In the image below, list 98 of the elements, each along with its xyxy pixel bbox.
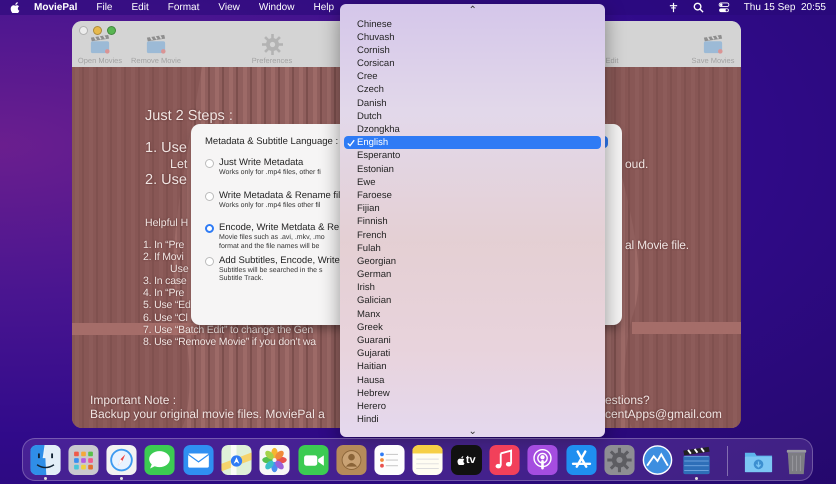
person-icon[interactable]	[336, 445, 367, 476]
menu-item[interactable]: Danish	[344, 96, 601, 110]
status-icon[interactable]	[668, 2, 679, 13]
menu-item[interactable]: Herero	[344, 400, 601, 414]
clapperboard-icon	[145, 34, 167, 55]
help-text: 2. If Movi	[143, 251, 184, 264]
face-icon[interactable]	[30, 445, 60, 476]
option-label[interactable]: Encode, Write Metdata & Re	[219, 222, 340, 234]
help-text: estions?	[605, 392, 650, 407]
checkmark-icon	[347, 138, 355, 147]
menu-item[interactable]: File	[96, 2, 112, 13]
radio-button[interactable]	[205, 192, 214, 201]
help-text: oud.	[625, 156, 648, 172]
clapperboard-icon	[702, 34, 724, 55]
help-text: Let	[170, 156, 188, 172]
menu-item[interactable]: Gujarati	[344, 347, 601, 360]
menu-item[interactable]: Cornish	[344, 44, 601, 58]
video-camera-icon[interactable]	[298, 445, 329, 476]
search-icon[interactable]	[692, 2, 704, 13]
option-label[interactable]: Just Write Metadata	[219, 157, 321, 169]
help-text: 1. In “Pre	[143, 239, 184, 252]
radio-button[interactable]	[205, 159, 214, 168]
menu-item[interactable]: German	[344, 268, 601, 282]
help-text: Use	[170, 263, 189, 276]
help-text: 4. In “Pre	[143, 287, 184, 300]
clapperboard-icon[interactable]	[680, 445, 712, 476]
menu-item[interactable]: Format	[168, 2, 200, 13]
app-menu[interactable]: MoviePal	[34, 2, 78, 13]
scroll-down-arrow[interactable]: ⌄	[468, 427, 476, 437]
menu-item[interactable]: Czech	[344, 83, 601, 97]
menu-item[interactable]: Georgian	[344, 254, 601, 268]
app-grid-icon[interactable]	[68, 445, 99, 476]
menu-item[interactable]: Hausa	[344, 374, 601, 387]
toggles-icon[interactable]	[718, 2, 730, 13]
chat-bubble-icon[interactable]	[144, 445, 176, 476]
tv-app-icon[interactable]: tv	[450, 445, 482, 476]
menu-item[interactable]: Greek	[344, 320, 601, 334]
menu-item[interactable]: Irish	[344, 281, 601, 294]
menu-item[interactable]: Chinese	[344, 18, 601, 31]
podcast-icon[interactable]	[527, 445, 558, 476]
list-icon[interactable]	[374, 445, 406, 476]
help-text: 1. Use	[145, 140, 187, 156]
menu-item[interactable]: Dutch	[344, 110, 601, 123]
help-text: 2. Use	[145, 172, 187, 188]
menu-item[interactable]: Finnish	[344, 215, 601, 228]
notepad-icon[interactable]	[412, 445, 444, 476]
help-text: 7. Use “Batch Edit” to change the Gen	[143, 324, 314, 336]
help-text: 5. Use “Ed	[143, 299, 191, 312]
envelope-icon[interactable]	[182, 445, 214, 476]
menu-item[interactable]: Ewe	[344, 176, 601, 189]
menu-item[interactable]: View	[218, 2, 240, 13]
scroll-up-arrow[interactable]: ⌃	[468, 6, 476, 16]
help-text: centApps@gmail.com	[605, 406, 722, 421]
clapperboard-icon	[89, 34, 111, 55]
map-icon[interactable]	[220, 445, 252, 476]
flower-icon[interactable]	[259, 445, 290, 476]
mountain-icon[interactable]	[642, 445, 674, 476]
help-text: 8. Use “Remove Movie” if you don’t wa	[143, 336, 316, 348]
compass-icon[interactable]	[106, 445, 138, 476]
menu-item[interactable]: Hebrew	[344, 386, 601, 400]
section-heading: Important Note :	[90, 392, 176, 407]
menu-item[interactable]: Fulah	[344, 242, 601, 255]
menu-item[interactable]: Chuvash	[344, 30, 601, 44]
menu-item[interactable]: Window	[258, 2, 294, 13]
help-text: 3. In case	[143, 275, 187, 288]
menu-item[interactable]: Help	[313, 2, 334, 13]
field-label: Metadata & Subtitle Language :	[205, 136, 338, 148]
menu-item[interactable]: Edit	[131, 2, 149, 13]
radio-button[interactable]	[205, 256, 214, 266]
menu-item[interactable]: Hindi	[344, 413, 601, 426]
help-text: 6. Use “Cl	[143, 312, 188, 324]
help-text: al Movie file.	[625, 239, 689, 252]
menu-item[interactable]: Fijian	[344, 202, 601, 216]
apple-icon[interactable]	[10, 2, 20, 13]
gear-icon[interactable]	[604, 445, 635, 476]
section-heading: Just 2 Steps :	[145, 107, 233, 125]
menu-item[interactable]: Galician	[344, 294, 601, 308]
menu-item[interactable]: Estonian	[344, 162, 601, 176]
zoom-button[interactable]	[107, 26, 116, 35]
menu-item[interactable]: Esperanto	[344, 149, 601, 163]
menu-item[interactable]: Dzongkha	[344, 123, 601, 136]
app-store-icon[interactable]	[566, 445, 597, 476]
menu-item[interactable]: Guarani	[344, 334, 601, 348]
menu-item[interactable]: Corsican	[344, 57, 601, 70]
menu-item[interactable]: Faroese	[344, 188, 601, 202]
menu-item[interactable]: Manx	[344, 308, 601, 321]
radio-button[interactable]	[205, 224, 214, 234]
help-text: Backup your original movie files. MoviePal a	[90, 406, 325, 421]
menu-item[interactable]: Cree	[344, 70, 601, 84]
option-label[interactable]: Write Metadata & Rename fil	[219, 190, 340, 202]
music-note-icon[interactable]	[489, 445, 520, 476]
option-label[interactable]: Add Subtitles, Encode, Write	[219, 254, 340, 267]
gear-icon	[262, 34, 282, 55]
clock[interactable]: Thu 15 Sep 20:55	[744, 2, 826, 13]
menu-item[interactable]: French	[344, 228, 601, 242]
menu-item[interactable]: English	[344, 136, 601, 150]
menu-item[interactable]: Haitian	[344, 360, 601, 374]
section-heading: Helpful H	[145, 216, 188, 230]
